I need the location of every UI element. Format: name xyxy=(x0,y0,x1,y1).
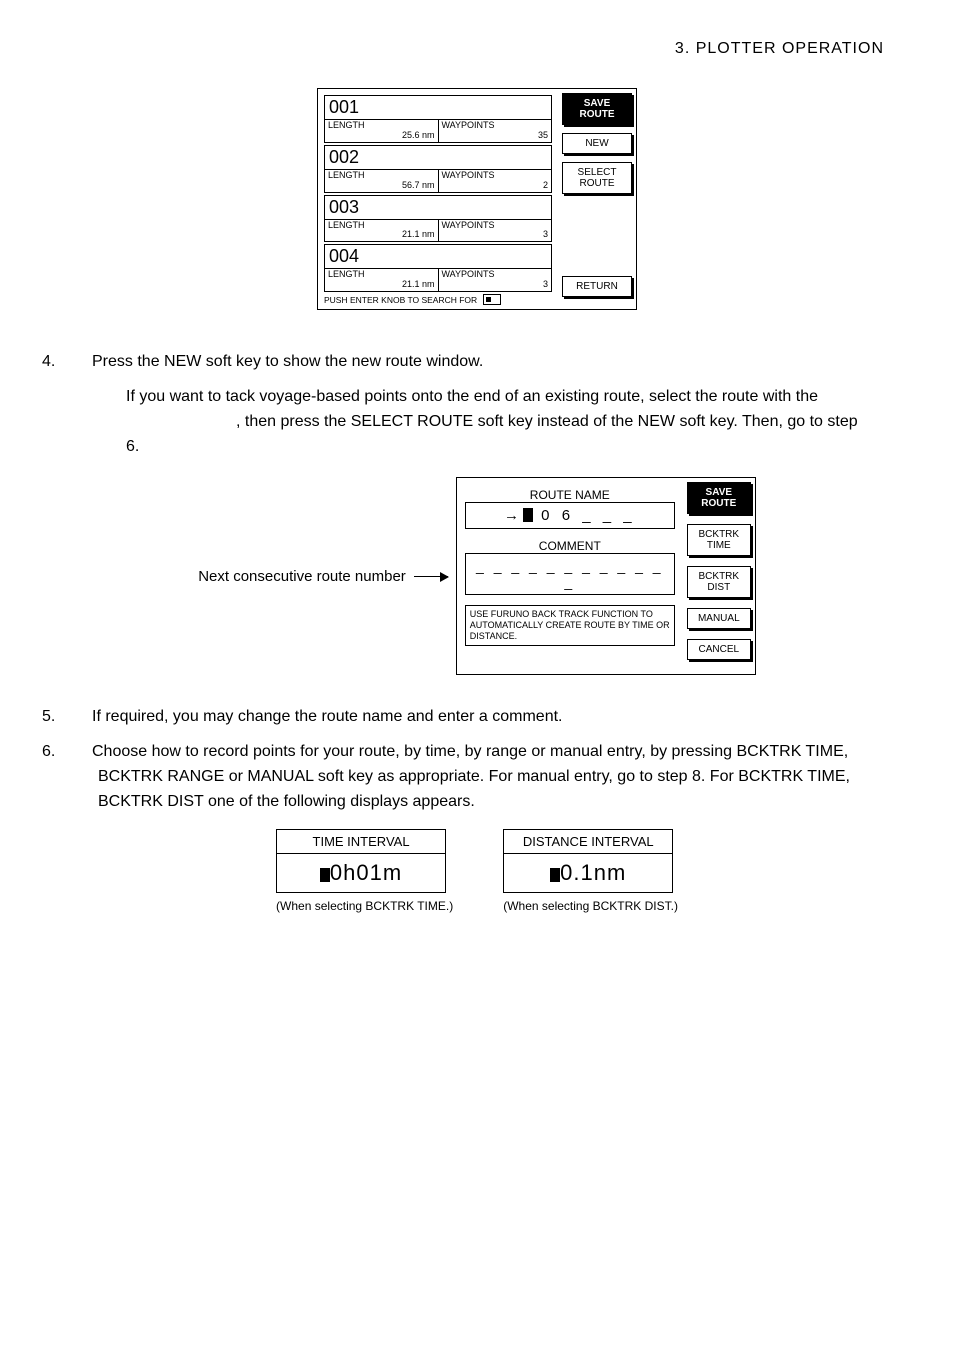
select-route-softkey[interactable]: SELECT ROUTE xyxy=(562,162,632,194)
waypoints-label: WAYPOINTS xyxy=(442,121,549,131)
comment-label: COMMENT xyxy=(465,539,675,553)
step-5: 5.If required, you may change the route … xyxy=(70,705,884,730)
arrow-right-icon: → xyxy=(504,507,519,524)
softkey-line: SAVE xyxy=(690,487,748,498)
new-softkey[interactable]: NEW xyxy=(562,133,632,154)
save-route-softkey[interactable]: SAVE ROUTE xyxy=(562,93,632,125)
time-interval-value[interactable]: 0h01m xyxy=(276,854,446,893)
softkey-line: DIST xyxy=(690,582,748,593)
distance-interval-window: DISTANCE INTERVAL 0.1nm (When selecting … xyxy=(503,829,678,913)
cursor-icon xyxy=(320,868,330,882)
cursor-icon xyxy=(550,868,560,882)
route-name-field[interactable]: → 0 6 _ _ _ xyxy=(465,502,675,529)
dist-value-text: 0.1nm xyxy=(560,860,626,885)
route-length-cell: LENGTH 21.1 nm xyxy=(324,220,439,243)
step-number: 5. xyxy=(70,705,92,730)
distance-interval-title: DISTANCE INTERVAL xyxy=(503,829,673,854)
length-value: 21.1 nm xyxy=(328,230,435,240)
softkey-line: SELECT xyxy=(565,167,629,178)
step-text: If required, you may change the route na… xyxy=(92,708,563,725)
length-value: 56.7 nm xyxy=(328,181,435,191)
route-waypoints-cell: WAYPOINTS 3 xyxy=(439,220,553,243)
note-text-a: If you want to tack voyage-based points … xyxy=(126,388,818,405)
route-list-screen: 001 LENGTH 25.6 nm WAYPOINTS 35 002 LENG… xyxy=(317,88,637,310)
arrow-icon xyxy=(414,576,448,577)
return-softkey[interactable]: RETURN xyxy=(562,276,632,297)
softkey-line: SAVE xyxy=(565,98,629,109)
save-route-screen: ROUTE NAME → 0 6 _ _ _ COMMENT _ _ _ _ _… xyxy=(456,477,756,675)
waypoints-value: 35 xyxy=(442,131,549,141)
waypoints-label: WAYPOINTS xyxy=(442,270,549,280)
route-length-cell: LENGTH 21.1 nm xyxy=(324,269,439,292)
route-item: 001 LENGTH 25.6 nm WAYPOINTS 35 xyxy=(324,95,552,143)
step-4-note: If you want to tack voyage-based points … xyxy=(126,385,884,459)
waypoints-value: 2 xyxy=(442,181,549,191)
search-hint-text: PUSH ENTER KNOB TO SEARCH FOR xyxy=(324,295,477,305)
save-route-figure: Next consecutive route number ROUTE NAME… xyxy=(70,477,884,675)
step-number: 4. xyxy=(70,350,92,375)
keyboard-icon xyxy=(483,294,501,305)
save-route-left: ROUTE NAME → 0 6 _ _ _ COMMENT _ _ _ _ _… xyxy=(457,478,683,674)
distance-interval-caption: (When selecting BCKTRK DIST.) xyxy=(503,899,678,913)
cancel-softkey[interactable]: CANCEL xyxy=(687,639,751,660)
step-text: Press the NEW soft key to show the new r… xyxy=(92,353,483,370)
route-id: 001 xyxy=(324,95,552,120)
waypoints-label: WAYPOINTS xyxy=(442,171,549,181)
waypoints-value: 3 xyxy=(442,280,549,290)
softkey-line: BCKTRK xyxy=(690,571,748,582)
route-name-label: ROUTE NAME xyxy=(465,488,675,502)
step-text: Choose how to record points for your rou… xyxy=(92,743,850,810)
route-list-panel: 001 LENGTH 25.6 nm WAYPOINTS 35 002 LENG… xyxy=(318,89,558,309)
route-id: 003 xyxy=(324,195,552,220)
bcktrk-time-softkey[interactable]: BCKTRK TIME xyxy=(687,524,751,556)
time-value-text: 0h01m xyxy=(330,860,402,885)
time-interval-caption: (When selecting BCKTRK TIME.) xyxy=(276,899,453,913)
softkey-column: SAVE ROUTE BCKTRK TIME BCKTRK DIST MANUA… xyxy=(683,478,755,674)
backtrack-instruction: USE FURUNO BACK TRACK FUNCTION TO AUTOMA… xyxy=(465,605,675,645)
length-value: 21.1 nm xyxy=(328,280,435,290)
length-value: 25.6 nm xyxy=(328,131,435,141)
note-text-b: , then press the SELECT ROUTE soft key i… xyxy=(126,413,858,455)
route-waypoints-cell: WAYPOINTS 35 xyxy=(439,120,553,143)
distance-interval-value[interactable]: 0.1nm xyxy=(503,854,673,893)
time-interval-window: TIME INTERVAL 0h01m (When selecting BCKT… xyxy=(276,829,453,913)
step-4: 4.Press the NEW soft key to show the new… xyxy=(70,350,884,375)
manual-softkey[interactable]: MANUAL xyxy=(687,608,751,629)
step-6: 6.Choose how to record points for your r… xyxy=(70,740,884,814)
softkey-line: BCKTRK xyxy=(690,529,748,540)
search-hint: PUSH ENTER KNOB TO SEARCH FOR xyxy=(324,294,552,305)
softkey-line: ROUTE xyxy=(565,109,629,120)
waypoints-label: WAYPOINTS xyxy=(442,221,549,231)
save-route-softkey[interactable]: SAVE ROUTE xyxy=(687,482,751,514)
cursor-icon xyxy=(523,508,533,522)
comment-field[interactable]: _ _ _ _ _ _ _ _ _ _ _ _ xyxy=(465,553,675,595)
route-id: 004 xyxy=(324,244,552,269)
route-item: 003 LENGTH 21.1 nm WAYPOINTS 3 xyxy=(324,195,552,243)
step-number: 6. xyxy=(70,740,92,765)
pointer-label: Next consecutive route number xyxy=(198,568,406,585)
page-header-section: 3. PLOTTER OPERATION xyxy=(70,40,884,58)
softkey-line: TIME xyxy=(690,540,748,551)
route-item: 002 LENGTH 56.7 nm WAYPOINTS 2 xyxy=(324,145,552,193)
softkey-line: ROUTE xyxy=(690,498,748,509)
route-name-value: 0 6 _ _ _ xyxy=(533,507,636,524)
route-waypoints-cell: WAYPOINTS 3 xyxy=(439,269,553,292)
bcktrk-dist-softkey[interactable]: BCKTRK DIST xyxy=(687,566,751,598)
softkey-column: SAVE ROUTE NEW SELECT ROUTE RETURN xyxy=(558,89,636,309)
waypoints-value: 3 xyxy=(442,230,549,240)
route-waypoints-cell: WAYPOINTS 2 xyxy=(439,170,553,193)
route-item: 004 LENGTH 21.1 nm WAYPOINTS 3 xyxy=(324,244,552,292)
interval-figure: TIME INTERVAL 0h01m (When selecting BCKT… xyxy=(70,829,884,913)
route-length-cell: LENGTH 56.7 nm xyxy=(324,170,439,193)
time-interval-title: TIME INTERVAL xyxy=(276,829,446,854)
softkey-line: ROUTE xyxy=(565,178,629,189)
route-length-cell: LENGTH 25.6 nm xyxy=(324,120,439,143)
route-id: 002 xyxy=(324,145,552,170)
